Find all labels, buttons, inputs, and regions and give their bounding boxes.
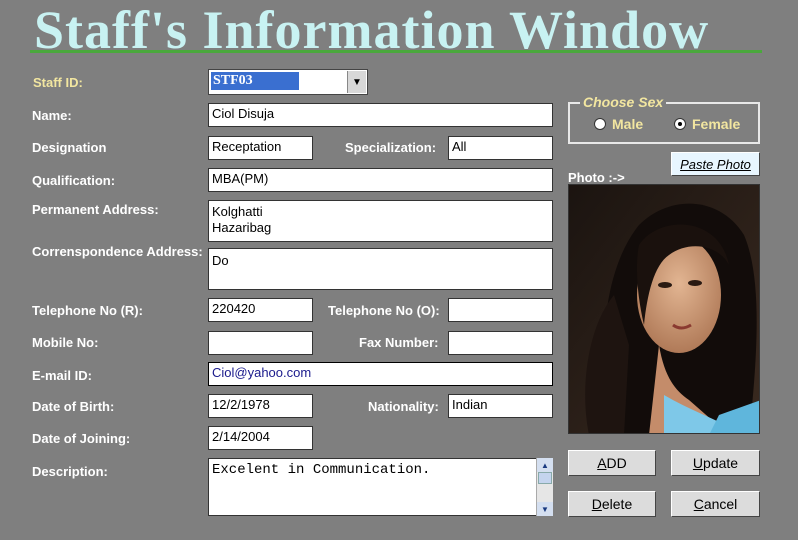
staff-id-label: Staff ID: (33, 75, 83, 90)
telephone-r-field[interactable]: 220420 (208, 298, 313, 322)
qualification-label: Qualification: (32, 173, 116, 188)
qualification-field[interactable]: MBA(PM) (208, 168, 553, 192)
permanent-address-field[interactable]: Kolghatti Hazaribag (208, 200, 553, 242)
telephone-r-label: Telephone No (R): (32, 303, 143, 318)
description-field[interactable]: Excelent in Communication. (208, 458, 553, 516)
paste-photo-label: Paste Photo (680, 156, 751, 172)
radio-male-label: Male (612, 116, 644, 132)
designation-field[interactable]: Receptation (208, 136, 313, 160)
fax-field[interactable] (448, 331, 553, 355)
radio-female-button[interactable] (674, 118, 686, 130)
scroll-thumb[interactable] (538, 472, 552, 484)
telephone-o-field[interactable] (448, 298, 553, 322)
staff-id-combo[interactable]: STF03 ▼ (208, 69, 368, 95)
cancel-label: ancel (703, 496, 738, 512)
arrow-down-icon[interactable]: ▼ (537, 502, 553, 516)
staff-id-value: STF03 (211, 72, 299, 90)
cancel-accel-key: C (693, 496, 704, 512)
radio-male-button[interactable] (594, 118, 606, 130)
doj-label: Date of Joining: (32, 431, 131, 446)
email-field[interactable]: Ciol@yahoo.com (208, 362, 553, 386)
designation-label: Designation (32, 140, 107, 155)
portrait-image (569, 185, 759, 433)
add-label: DD (606, 455, 627, 471)
chevron-down-icon[interactable]: ▼ (347, 71, 366, 93)
radio-female[interactable]: Female (674, 116, 740, 132)
cancel-button[interactable]: Cancel (671, 491, 760, 517)
dob-label: Date of Birth: (32, 399, 115, 414)
nationality-field[interactable]: Indian (448, 394, 553, 418)
name-field[interactable]: Ciol Disuja (208, 103, 553, 127)
mobile-label: Mobile No: (32, 335, 99, 350)
description-scrollbar[interactable]: ▲ ▼ (536, 458, 553, 516)
paste-photo-button[interactable]: Paste Photo (671, 152, 760, 176)
arrow-up-icon[interactable]: ▲ (537, 458, 553, 472)
specialization-field[interactable]: All (448, 136, 553, 160)
correspondence-address-field[interactable]: Do (208, 248, 553, 290)
update-accel-key: U (692, 455, 704, 471)
name-label: Name: (32, 108, 72, 123)
radio-female-label: Female (692, 116, 741, 132)
doj-field[interactable]: 2/14/2004 (208, 426, 313, 450)
title-underline (30, 50, 762, 53)
description-label: Description: (32, 464, 108, 479)
fax-label: Fax Number: (359, 335, 439, 350)
update-button[interactable]: Update (671, 450, 760, 476)
add-button[interactable]: A DD (568, 450, 656, 476)
permanent-address-label: Permanent Address: (32, 202, 159, 217)
delete-label: elete (601, 496, 633, 512)
telephone-o-label: Telephone No (O): (328, 303, 440, 318)
delete-accel-key: D (591, 496, 602, 512)
photo-label: Photo :-> (568, 170, 625, 185)
specialization-label: Specialization: (345, 140, 437, 155)
dob-field[interactable]: 12/2/1978 (208, 394, 313, 418)
correspondence-address-label: Correnspondence Address: (32, 244, 203, 259)
email-label: E-mail ID: (32, 368, 92, 383)
nationality-label: Nationality: (368, 399, 439, 414)
delete-button[interactable]: Delete (568, 491, 656, 517)
update-label: pdate (703, 455, 739, 471)
sex-group: Choose Sex Male Female (568, 94, 760, 144)
staff-photo (568, 184, 760, 434)
sex-group-legend: Choose Sex (580, 94, 667, 110)
mobile-field[interactable] (208, 331, 313, 355)
radio-male[interactable]: Male (594, 116, 643, 132)
add-accel-key: A (597, 455, 607, 471)
